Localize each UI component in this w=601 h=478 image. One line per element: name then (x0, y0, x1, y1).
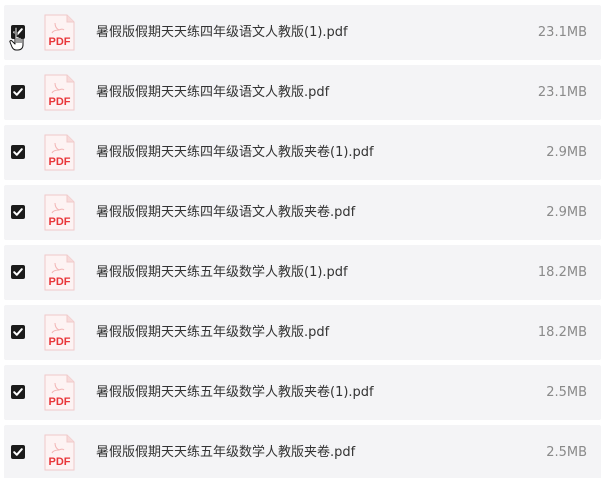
file-size: 2.9MB (546, 205, 587, 220)
file-list: PDF 暑假版假期天天练四年级语文人教版(1).pdf 23.1MB PDF 暑… (0, 0, 601, 478)
file-size: 2.5MB (546, 445, 587, 460)
file-name: 暑假版假期天天练四年级语文人教版(1).pdf (96, 25, 348, 40)
pdf-icon: PDF (43, 314, 76, 351)
file-size: 18.2MB (537, 265, 587, 280)
file-size: 18.2MB (537, 325, 587, 340)
checkbox[interactable] (11, 445, 25, 459)
pdf-icon: PDF (43, 134, 76, 171)
svg-text:PDF: PDF (49, 36, 71, 48)
pdf-icon: PDF (43, 14, 76, 51)
file-row[interactable]: PDF 暑假版假期天天练四年级语文人教版夹卷.pdf 2.9MB (4, 185, 601, 240)
file-name: 暑假版假期天天练五年级数学人教版夹卷(1).pdf (96, 385, 374, 400)
pdf-icon: PDF (43, 254, 76, 291)
file-size: 23.1MB (537, 85, 587, 100)
pdf-icon: PDF (43, 374, 76, 411)
svg-text:PDF: PDF (49, 456, 71, 468)
svg-text:PDF: PDF (49, 216, 71, 228)
file-name: 暑假版假期天天练四年级语文人教版.pdf (96, 85, 330, 100)
file-name: 暑假版假期天天练五年级数学人教版夹卷.pdf (96, 445, 356, 460)
file-row[interactable]: PDF 暑假版假期天天练五年级数学人教版(1).pdf 18.2MB (4, 245, 601, 300)
svg-text:PDF: PDF (49, 396, 71, 408)
svg-text:PDF: PDF (49, 336, 71, 348)
file-row[interactable]: PDF 暑假版假期天天练四年级语文人教版(1).pdf 23.1MB (4, 5, 601, 60)
checkbox[interactable] (11, 85, 25, 99)
file-row[interactable]: PDF 暑假版假期天天练四年级语文人教版.pdf 23.1MB (4, 65, 601, 120)
checkmark-icon (13, 268, 23, 276)
file-name: 暑假版假期天天练四年级语文人教版夹卷.pdf (96, 205, 356, 220)
pdf-icon: PDF (43, 434, 76, 471)
checkmark-icon (13, 388, 23, 396)
checkmark-icon (13, 148, 23, 156)
checkmark-icon (13, 328, 23, 336)
checkmark-icon (13, 448, 23, 456)
file-row[interactable]: PDF 暑假版假期天天练五年级数学人教版夹卷.pdf 2.5MB (4, 425, 601, 478)
file-size: 23.1MB (537, 25, 587, 40)
pdf-icon: PDF (43, 74, 76, 111)
file-name: 暑假版假期天天练四年级语文人教版夹卷(1).pdf (96, 145, 374, 160)
svg-text:PDF: PDF (49, 96, 71, 108)
file-size: 2.9MB (546, 145, 587, 160)
checkmark-icon (13, 28, 23, 36)
checkbox[interactable] (11, 145, 25, 159)
checkbox[interactable] (11, 385, 25, 399)
file-size: 2.5MB (546, 385, 587, 400)
svg-text:PDF: PDF (49, 156, 71, 168)
checkmark-icon (13, 208, 23, 216)
file-row[interactable]: PDF 暑假版假期天天练四年级语文人教版夹卷(1).pdf 2.9MB (4, 125, 601, 180)
pdf-icon: PDF (43, 194, 76, 231)
svg-text:PDF: PDF (49, 276, 71, 288)
checkbox[interactable] (11, 325, 25, 339)
file-name: 暑假版假期天天练五年级数学人教版.pdf (96, 325, 330, 340)
checkbox[interactable] (11, 265, 25, 279)
file-name: 暑假版假期天天练五年级数学人教版(1).pdf (96, 265, 348, 280)
checkbox[interactable] (11, 205, 25, 219)
file-row[interactable]: PDF 暑假版假期天天练五年级数学人教版.pdf 18.2MB (4, 305, 601, 360)
checkmark-icon (13, 88, 23, 96)
checkbox[interactable] (11, 25, 25, 39)
file-row[interactable]: PDF 暑假版假期天天练五年级数学人教版夹卷(1).pdf 2.5MB (4, 365, 601, 420)
